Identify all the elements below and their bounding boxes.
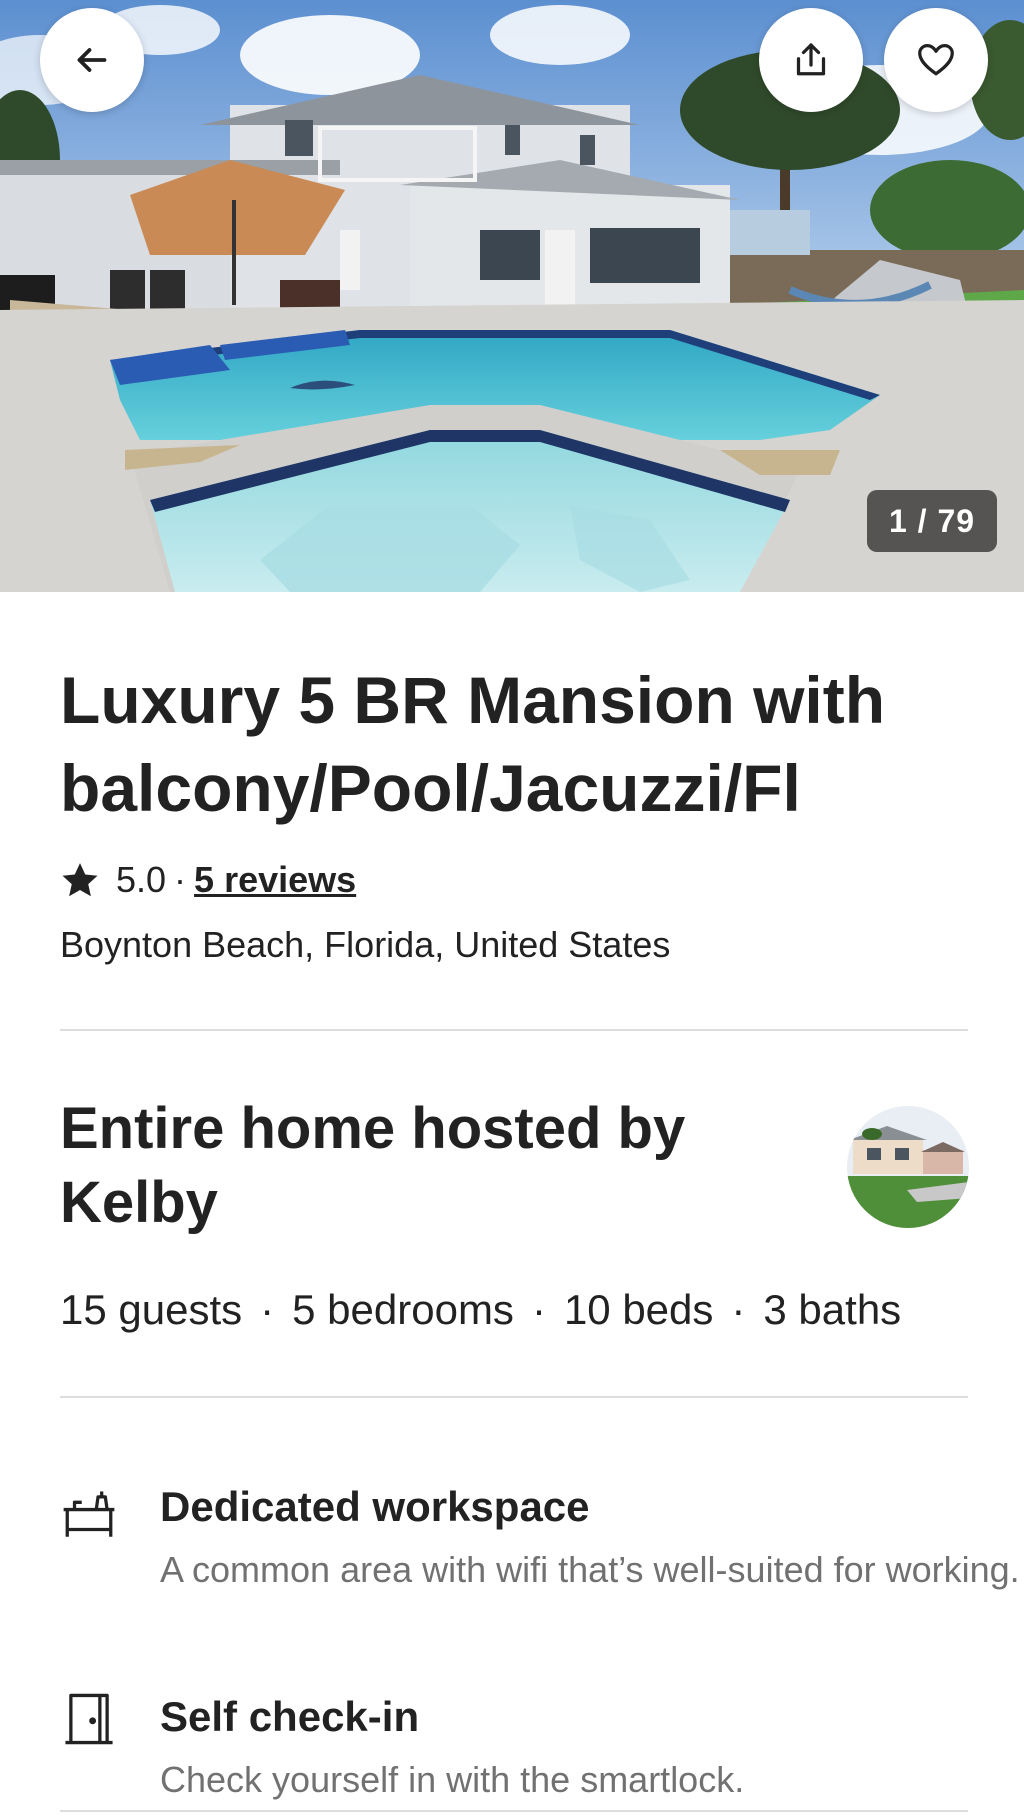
listing-location: Boynton Beach, Florida, United States [60, 924, 671, 965]
star-icon [62, 863, 98, 897]
feature-title: Self check-in [160, 1693, 420, 1740]
back-button[interactable] [40, 8, 144, 112]
host-title: Entire home hosted by Kelby [60, 1096, 686, 1235]
section-divider [60, 1810, 968, 1812]
reviews-link[interactable]: 5 reviews [194, 859, 356, 901]
host-avatar-image [847, 1106, 969, 1228]
listing-photo-carousel[interactable]: 1 / 79 [0, 0, 1024, 592]
rating-row: 5.0 · 5 reviews [60, 857, 356, 903]
rating-value: 5.0 [116, 859, 167, 900]
host-avatar[interactable] [847, 1106, 969, 1228]
share-button[interactable] [759, 8, 863, 112]
door-icon [65, 1693, 113, 1745]
feature-description: A common area with wifi that’s well-suit… [160, 1549, 1020, 1590]
heart-icon [918, 44, 954, 76]
arrow-left-icon [77, 48, 107, 72]
details-separator: · [731, 1286, 746, 1333]
listing-title: Luxury 5 BR Mansion with balcony/Pool/Ja… [60, 663, 886, 825]
favorite-button[interactable] [884, 8, 988, 112]
listing-details: 15 guests · 5 bedrooms · 10 beds · 3 bat… [60, 1284, 901, 1336]
details-separator: · [260, 1286, 275, 1333]
feature-description: Check yourself in with the smartlock. [160, 1759, 745, 1800]
guests-count: 15 guests [60, 1286, 243, 1333]
bedrooms-count: 5 bedrooms [292, 1286, 514, 1333]
details-separator: · [531, 1286, 546, 1333]
section-divider [60, 1396, 968, 1398]
photo-counter: 1 / 79 [867, 490, 997, 552]
rating-separator: · [174, 859, 187, 900]
feature-title: Dedicated workspace [160, 1483, 590, 1530]
beds-count: 10 beds [563, 1286, 714, 1333]
section-divider [60, 1029, 968, 1031]
desk-icon [63, 1491, 115, 1537]
share-icon [796, 43, 826, 76]
baths-count: 3 baths [763, 1286, 902, 1333]
